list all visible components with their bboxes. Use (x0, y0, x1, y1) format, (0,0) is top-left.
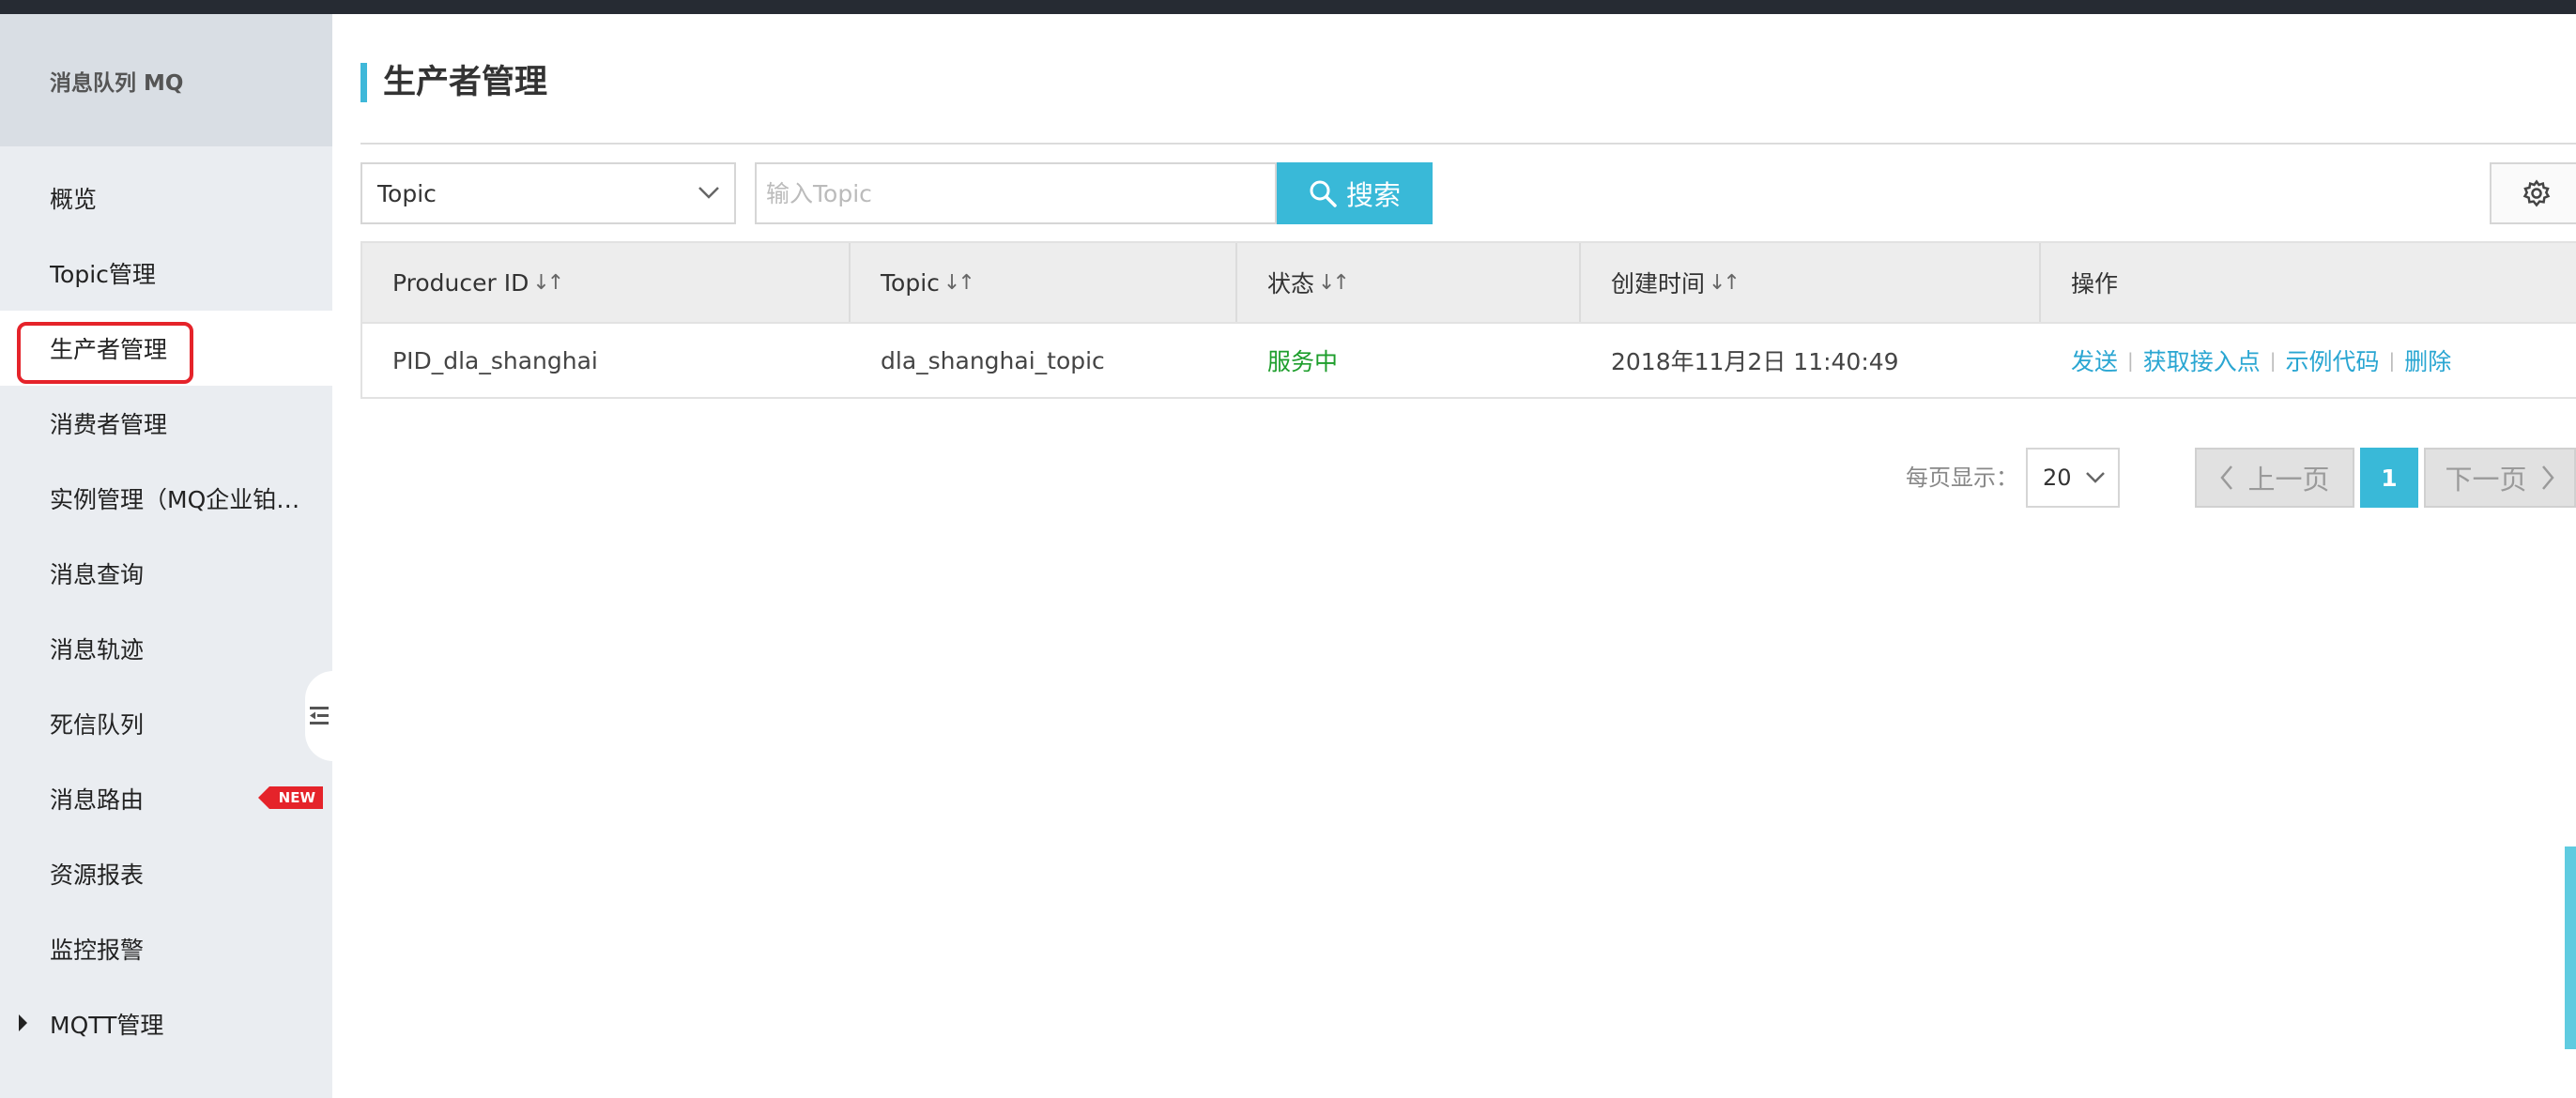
chevron-right-icon (2541, 465, 2554, 490)
sidebar-item-label: 资源报表 (50, 862, 145, 889)
title-divider (360, 143, 2576, 145)
prev-page-label: 上一页 (2247, 464, 2330, 496)
search-icon (1310, 180, 1337, 207)
next-page-button[interactable]: 下一页 (2424, 448, 2576, 508)
delete-link[interactable]: 删除 (2404, 343, 2451, 377)
sidebar-item-message-query[interactable]: 消息查询 (0, 536, 332, 611)
column-header-label: 状态 (1267, 270, 1315, 297)
sidebar-item-label: 实例管理（MQ企业铂金版） (50, 486, 303, 513)
chevron-left-icon (2220, 465, 2233, 490)
floating-side-tab[interactable] (2565, 846, 2576, 1049)
sidebar-item-label: 生产者管理 (50, 336, 168, 363)
next-page-label: 下一页 (2445, 464, 2527, 496)
cell-topic: dla_shanghai_topic (881, 346, 1105, 374)
column-header-actions: 操作 (2041, 243, 2576, 322)
cell-status: 服务中 (1267, 348, 1339, 375)
column-header-label: Topic (881, 268, 940, 297)
product-name: 消息队列 MQ (0, 14, 332, 146)
caret-right-icon (19, 1014, 27, 1031)
page-number-current[interactable]: 1 (2360, 448, 2418, 508)
top-bar (0, 0, 2576, 14)
producer-table: Producer ID ↓↑ Topic ↓↑ 状态 ↓↑ 创建时间 ↓↑ 操作… (360, 241, 2576, 399)
sidebar-item-label: 概览 (50, 186, 98, 213)
action-separator: | (2127, 349, 2134, 372)
search-input[interactable] (755, 162, 1277, 224)
cell-actions: 发送 | 获取接入点 | 示例代码 | 删除 (2041, 324, 2576, 397)
sidebar-item-label: MQTT管理 (50, 1012, 164, 1039)
sidebar-item-resource-report[interactable]: 资源报表 (0, 836, 332, 911)
sidebar-item-overview[interactable]: 概览 (0, 160, 332, 236)
action-separator: | (2269, 349, 2277, 372)
sidebar-item-consumer-management[interactable]: 消费者管理 (0, 386, 332, 461)
column-header-producer-id[interactable]: Producer ID ↓↑ (362, 243, 851, 322)
page-size-value: 20 (2043, 465, 2072, 491)
main-content: 生产者管理 Topic 搜索 Producer ID ↓↑ (332, 14, 2576, 1098)
chevron-down-icon (2086, 472, 2105, 483)
page-title: 生产者管理 (360, 63, 547, 102)
table-header: Producer ID ↓↑ Topic ↓↑ 状态 ↓↑ 创建时间 ↓↑ 操作 (362, 243, 2576, 322)
sidebar-item-message-trace[interactable]: 消息轨迹 (0, 611, 332, 686)
chevron-down-icon (698, 187, 719, 199)
sidebar-item-label: 消息轨迹 (50, 636, 145, 663)
page-size-label: 每页显示： (1906, 465, 2018, 491)
column-header-label: 操作 (2071, 270, 2119, 297)
sidebar-item-instance-management[interactable]: 实例管理（MQ企业铂金版） (0, 461, 332, 536)
sidebar: 消息队列 MQ 概览 Topic管理 生产者管理 消费者管理 实例管理（MQ企业… (0, 14, 333, 1098)
sort-icon: ↓↑ (1318, 270, 1350, 295)
sidebar-nav: 概览 Topic管理 生产者管理 消费者管理 实例管理（MQ企业铂金版） 消息查… (0, 160, 332, 1061)
cell-producer-id: PID_dla_shanghai (392, 346, 598, 374)
gear-icon (2522, 179, 2551, 207)
sidebar-item-label: 死信队列 (50, 711, 145, 739)
sort-icon: ↓↑ (943, 270, 975, 295)
search-button-label: 搜索 (1345, 179, 1401, 211)
column-header-topic[interactable]: Topic ↓↑ (851, 243, 1237, 322)
get-endpoint-link[interactable]: 获取接入点 (2143, 343, 2261, 377)
search-button[interactable]: 搜索 (1277, 162, 1433, 224)
cell-created-time: 2018年11月2日 11:40:49 (1611, 348, 1899, 375)
sidebar-item-producer-management[interactable]: 生产者管理 (0, 311, 332, 386)
search-field-select[interactable]: Topic (360, 162, 736, 224)
settings-button[interactable] (2490, 162, 2576, 224)
search-field-selected: Topic (377, 179, 437, 207)
column-header-label: Producer ID (392, 268, 529, 297)
table-row: PID_dla_shanghai dla_shanghai_topic 服务中 … (362, 322, 2576, 397)
column-header-status[interactable]: 状态 ↓↑ (1237, 243, 1581, 322)
sidebar-item-monitoring-alert[interactable]: 监控报警 (0, 911, 332, 986)
sidebar-item-dead-letter-queue[interactable]: 死信队列 (0, 686, 332, 761)
page-size-select[interactable]: 20 (2026, 448, 2120, 508)
sidebar-collapse-handle[interactable] (305, 671, 333, 761)
column-header-label: 创建时间 (1611, 270, 1706, 297)
sort-icon: ↓↑ (1709, 270, 1740, 295)
send-link[interactable]: 发送 (2071, 343, 2118, 377)
sidebar-item-message-routing[interactable]: 消息路由 NEW (0, 761, 332, 836)
sidebar-item-label: 消费者管理 (50, 411, 168, 438)
sort-icon: ↓↑ (532, 270, 564, 295)
column-header-created-time[interactable]: 创建时间 ↓↑ (1581, 243, 2041, 322)
collapse-sidebar-icon (310, 707, 329, 724)
sidebar-item-label: 监控报警 (50, 937, 145, 964)
sample-code-link[interactable]: 示例代码 (2286, 343, 2380, 377)
sidebar-item-mqtt-management[interactable]: MQTT管理 (0, 986, 332, 1061)
sidebar-item-topic-management[interactable]: Topic管理 (0, 236, 332, 311)
new-badge: NEW (257, 786, 323, 809)
sidebar-item-label: 消息路由 (50, 786, 145, 814)
action-separator: | (2388, 349, 2396, 372)
sidebar-item-label: Topic管理 (50, 261, 156, 288)
sidebar-item-label: 消息查询 (50, 561, 145, 588)
prev-page-button[interactable]: 上一页 (2195, 448, 2354, 508)
